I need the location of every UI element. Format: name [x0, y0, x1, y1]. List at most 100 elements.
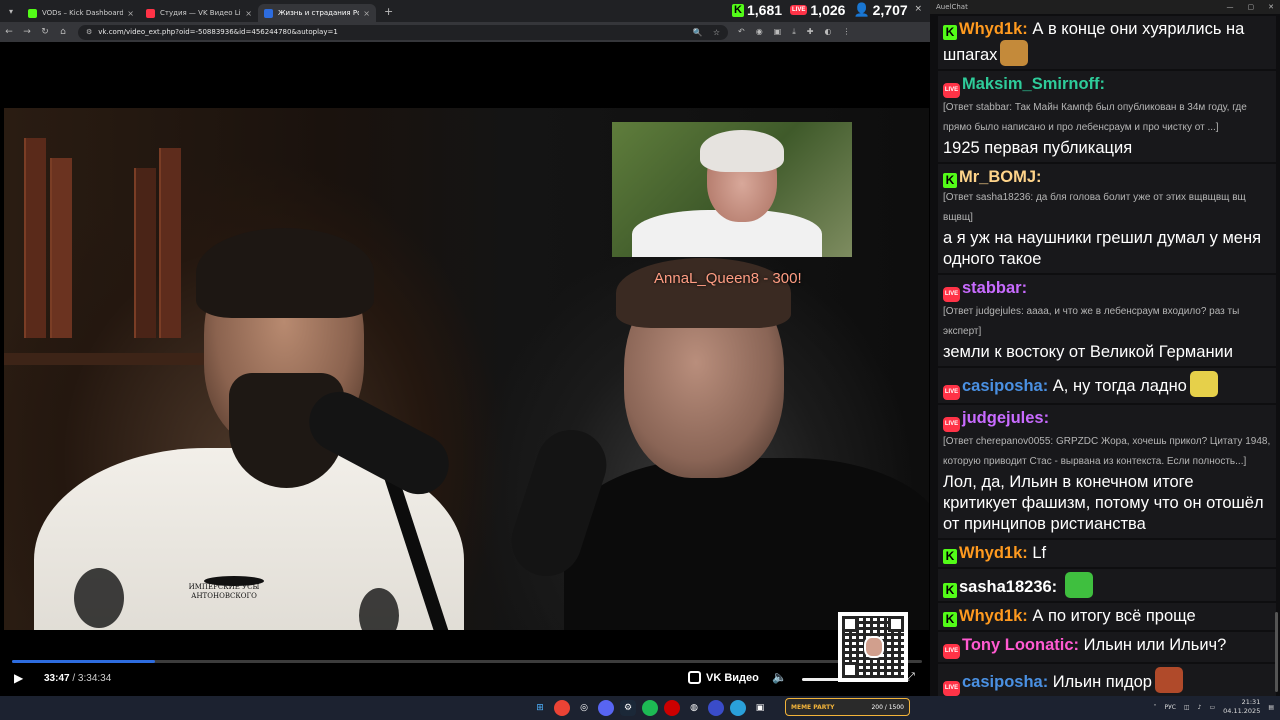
volume-icon[interactable]: 🔈 — [772, 670, 787, 684]
extensions-puzzle-icon[interactable]: ✚ — [807, 27, 814, 37]
donation-alert-text: AnnaL_Queen8 - 300! — [654, 270, 802, 287]
clock-time: 21:31 — [1241, 698, 1261, 706]
spotify-icon[interactable] — [642, 700, 658, 716]
browser-tab[interactable]: VODs – Kick Dashboard × — [22, 4, 140, 22]
viewer-stats: K 1,681 LIVE 1,026 👤 2,707 — [728, 0, 912, 20]
obs-icon[interactable] — [664, 700, 680, 716]
widget-title: MEME PARTY — [791, 703, 835, 711]
tray-arrow-icon[interactable]: ˄ — [1153, 704, 1156, 711]
chat-message-text: А по итогу всё проще — [1032, 607, 1196, 625]
search-icon[interactable]: ◎ — [576, 700, 592, 716]
chat-username[interactable]: sasha18236: — [959, 578, 1057, 596]
chat-message: LIVE judgejules: [Ответ cherepanov0055: GR… — [938, 405, 1276, 538]
download-icon[interactable]: ⤓ — [792, 27, 796, 37]
chat-message-text: а я уж на наушники грешил думал у меня о… — [943, 229, 1262, 268]
chat-message: LIVE Tony Loonatic: Ильин или Ильич? — [938, 632, 1276, 662]
extension-icon[interactable]: ↶ — [738, 27, 745, 37]
browser-tab[interactable]: Жизнь и страдания Романа А× — [258, 4, 376, 22]
windows-start-icon[interactable]: ⊞ — [532, 700, 548, 716]
app-icon[interactable]: ▣ — [752, 700, 768, 716]
play-icon[interactable]: ▶ — [14, 671, 30, 687]
site-info-icon[interactable]: ⚙ — [86, 28, 92, 36]
chat-scrollbar[interactable] — [1275, 612, 1278, 692]
clock[interactable]: 21:31 04.11.2025 — [1223, 698, 1260, 716]
bookmark-star-icon[interactable]: ☆ — [713, 28, 720, 37]
forward-icon[interactable]: → — [18, 27, 36, 37]
tab-favicon-icon — [146, 8, 155, 18]
back-icon[interactable]: ← — [0, 27, 18, 37]
tab-strip: VODs – Kick Dashboard × Студия — VK Видео … — [22, 0, 376, 22]
battery-icon[interactable]: ▭ — [1209, 704, 1215, 711]
url-field[interactable]: ⚙ vk.com/video_ext.php?oid=-50883936&id=… — [78, 24, 728, 40]
menu-kebab-icon[interactable]: ⋮ — [842, 27, 850, 37]
chat-username[interactable]: Whyd1k: — [959, 607, 1028, 625]
browser-tab[interactable]: Студия — VK Видео Live × — [140, 4, 258, 22]
home-icon[interactable]: ⌂ — [54, 27, 72, 37]
chat-message-text: Lf — [1032, 544, 1047, 562]
network-icon[interactable]: ◫ — [1184, 704, 1190, 711]
vk-video-icon — [688, 671, 701, 684]
chat-window-title: AuelChat — [936, 3, 968, 11]
chat-username[interactable]: stabbar: — [962, 279, 1027, 297]
vk-live-badge-icon: LIVE — [943, 417, 960, 432]
profile-icon[interactable]: ◐ — [825, 27, 832, 37]
system-tray: ˄ РУС ◫ ♪ ▭ 21:31 04.11.2025 ▤ — [1153, 698, 1274, 716]
vk-live-badge-icon: LIVE — [943, 287, 960, 302]
meme-party-widget[interactable]: MEME PARTY 200 / 1500 — [785, 698, 910, 716]
zoom-icon[interactable]: 🔍 — [693, 28, 703, 37]
chat-username[interactable]: Maksim_Smirnoff: — [962, 75, 1105, 93]
vk-viewer-count: 1,026 — [810, 2, 846, 18]
notifications-icon[interactable]: ▤ — [1268, 704, 1274, 711]
media-player-icon[interactable] — [708, 700, 724, 716]
extension-icon[interactable]: ▣ — [774, 27, 782, 37]
current-time: 33:47 — [44, 673, 70, 684]
language-indicator[interactable]: РУС — [1164, 704, 1175, 711]
chat-username[interactable]: Whyd1k: — [959, 20, 1028, 38]
telegram-icon[interactable] — [730, 700, 746, 716]
chat-message-text: земли к востоку от Великой Германии — [943, 343, 1233, 361]
extensions-area: ↶ ◉ ▣ ⤓ ✚ ◐ ⋮ — [738, 27, 850, 37]
chat-emote-icon — [1154, 667, 1183, 693]
app-icon[interactable]: ◍ — [686, 700, 702, 716]
discord-icon[interactable] — [598, 700, 614, 716]
tab-search-icon[interactable]: ▾ — [0, 0, 22, 22]
chat-username[interactable]: casiposha: — [962, 673, 1048, 691]
steam-icon[interactable]: ⚙ — [620, 700, 636, 716]
window-close-icon[interactable]: ✕ — [1268, 3, 1274, 11]
chat-username[interactable]: Mr_BOMJ: — [959, 168, 1042, 186]
vk-video-logo[interactable]: VK Видео — [688, 671, 759, 684]
vk-live-badge-icon: LIVE — [943, 644, 960, 659]
tab-close-icon[interactable]: × — [127, 9, 134, 18]
kick-badge-icon: K — [943, 25, 957, 40]
eagle-emblem — [74, 568, 124, 628]
video-frame[interactable]: ИМПЕРСКИЕ УСЫ АНТОНОВСКОГО AnnaL_Queen8 … — [4, 108, 929, 630]
extension-icon[interactable]: ◉ — [756, 27, 763, 37]
chat-panel[interactable]: K Whyd1k: А в конце они хуярились на шпаг… — [930, 14, 1280, 696]
chat-message: K Whyd1k: А в конце они хуярились на шпаг… — [938, 16, 1276, 69]
guest-right — [564, 258, 929, 630]
window-close-icon[interactable]: × — [914, 4, 922, 14]
chat-reply-quote: [Ответ sasha18236: да бля голова болит у… — [943, 192, 1246, 223]
time-display: 33:47 / 3:34:34 — [44, 673, 112, 684]
chat-username[interactable]: casiposha: — [962, 377, 1048, 395]
chat-username[interactable]: Tony Loonatic: — [962, 636, 1079, 654]
chat-message: LIVE casiposha: А, ну тогда ладно — [938, 368, 1276, 403]
new-tab-button[interactable]: + — [384, 5, 393, 18]
tab-close-icon[interactable]: × — [245, 9, 252, 18]
chat-username[interactable]: Whyd1k: — [959, 544, 1028, 562]
chrome-icon[interactable] — [554, 700, 570, 716]
minimize-icon[interactable]: — — [1227, 3, 1234, 11]
speaker-icon[interactable]: ♪ — [1198, 704, 1202, 711]
tab-close-icon[interactable]: × — [363, 9, 370, 18]
chat-message: Ksasha18236: — [938, 569, 1276, 601]
chat-reply-quote: [Ответ stabbar: Так Майн Кампф был опубл… — [943, 102, 1247, 133]
reload-icon[interactable]: ↻ — [36, 27, 54, 37]
user-icon: 👤 — [853, 2, 870, 17]
black-shirt — [564, 458, 929, 630]
kick-badge-icon: K — [943, 549, 957, 564]
volume-slider[interactable] — [802, 678, 842, 681]
chat-username[interactable]: judgejules: — [962, 409, 1049, 427]
maximize-icon[interactable]: ▢ — [1248, 3, 1255, 11]
seek-bar[interactable] — [12, 660, 922, 663]
twitch-viewer-count: 2,707 — [872, 2, 908, 18]
